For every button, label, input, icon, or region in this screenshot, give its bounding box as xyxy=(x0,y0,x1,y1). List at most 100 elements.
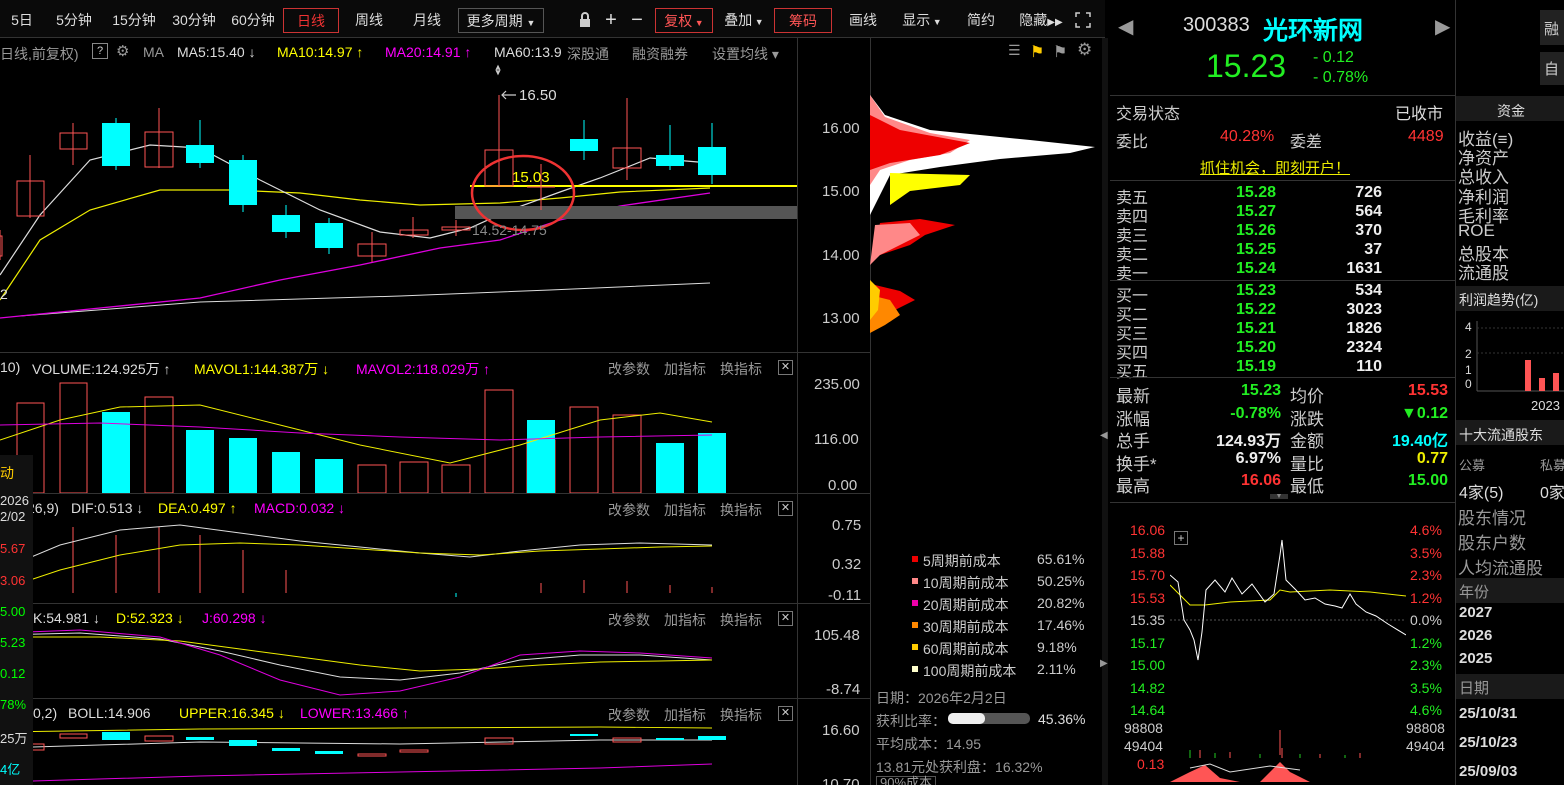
profit-trend-label[interactable]: 利润趋势(亿) xyxy=(1459,290,1538,310)
intraday-price-tick: 15.00 xyxy=(1130,657,1166,673)
period-30min[interactable]: 30分钟 xyxy=(166,8,222,33)
settings-gear-icon[interactable]: ⚙ xyxy=(1077,40,1092,60)
volume-tick: 0.00 xyxy=(828,477,858,494)
panel-params-button[interactable]: 改参数 xyxy=(608,359,650,379)
range-annotation: 14.52-14.75 xyxy=(472,222,547,238)
custom-button[interactable]: 自 xyxy=(1540,52,1564,85)
align-icon[interactable]: ☰ xyxy=(1008,42,1021,59)
avg-holding[interactable]: 人均流通股 xyxy=(1458,554,1543,579)
buy-volume: 534 xyxy=(1355,282,1382,299)
panel-add-indicator-button[interactable]: 加指标 xyxy=(664,359,706,379)
panel-params-button[interactable]: 改参数 xyxy=(608,705,650,725)
chip-date: 日期：2026年2月2日 xyxy=(876,690,1007,706)
panel-add-indicator-button[interactable]: 加指标 xyxy=(664,705,706,725)
panel-params-button[interactable]: 改参数 xyxy=(608,500,650,520)
holder-info[interactable]: 股东情况 xyxy=(1458,504,1526,529)
stock-code: 300383 xyxy=(1183,14,1250,36)
stat-label: 量比 xyxy=(1290,454,1324,474)
fund-item[interactable]: 流通股 xyxy=(1458,259,1509,284)
collapse-left-icon[interactable]: ◀ xyxy=(1100,430,1108,441)
flag-yellow-icon[interactable]: ⚑ xyxy=(1030,42,1044,62)
more-periods-dropdown[interactable]: 更多周期 ▼ xyxy=(458,8,544,33)
help-icon[interactable]: ? xyxy=(92,43,108,59)
macd-tick: 0.32 xyxy=(832,556,862,573)
candle xyxy=(186,145,214,163)
profit-tick: 1 xyxy=(1465,363,1472,377)
expand-handle[interactable]: ▼ xyxy=(1270,493,1288,500)
gear-icon[interactable]: ⚙ xyxy=(116,42,129,60)
panel-add-indicator-button[interactable]: 加指标 xyxy=(664,500,706,520)
cost-dropdown[interactable]: 90%成本 xyxy=(876,776,937,785)
holder-count[interactable]: 股东户数 xyxy=(1458,529,1526,554)
fund-label: 公募 xyxy=(1459,458,1486,473)
boll-candle xyxy=(229,740,257,746)
simple-button[interactable]: 简约 xyxy=(954,8,1008,33)
period-5min[interactable]: 5分钟 xyxy=(48,8,100,33)
d-text: D:52.323 xyxy=(116,610,173,626)
top10-label[interactable]: 十大流通股东 xyxy=(1459,425,1543,445)
chips-button[interactable]: 筹码 xyxy=(774,8,832,33)
period-month[interactable]: 月线 xyxy=(400,8,454,33)
display-dropdown[interactable]: 显示 ▼ xyxy=(894,8,950,33)
collapse-right-icon[interactable]: ▶ xyxy=(1100,658,1108,669)
period-toolbar: 5日 5分钟 15分钟 30分钟 60分钟 日线 周线 月线 更多周期 ▼ + … xyxy=(0,0,1105,38)
price-line xyxy=(1170,539,1406,661)
zoom-in-icon[interactable]: + xyxy=(600,8,622,33)
year-item[interactable]: 2025 xyxy=(1459,650,1492,667)
period-day[interactable]: 日线 xyxy=(283,8,339,33)
pointer-arrow xyxy=(501,90,516,100)
panel-switch-indicator-button[interactable]: 换指标 xyxy=(720,500,762,520)
period-15min[interactable]: 15分钟 xyxy=(104,8,164,33)
year-tab-label[interactable]: 年份 xyxy=(1459,581,1489,602)
close-panel-icon[interactable]: ✕ xyxy=(778,360,793,375)
period-5day[interactable]: 5日 xyxy=(0,8,44,33)
hide-button[interactable]: 隐藏▶▶ xyxy=(1012,8,1070,33)
j-value: J:60.298 ↓ xyxy=(202,610,267,626)
panel-params-button[interactable]: 改参数 xyxy=(608,610,650,630)
volume-bar xyxy=(399,461,429,493)
volume-tick: 235.00 xyxy=(814,376,860,393)
margin-button[interactable]: 融 xyxy=(1540,10,1564,45)
panel-add-indicator-button[interactable]: 加指标 xyxy=(664,610,706,630)
fund-tab[interactable]: 资金 xyxy=(1497,101,1525,121)
fund-item[interactable]: ROE xyxy=(1458,221,1495,241)
adjust-dropdown[interactable]: 复权 ▼ xyxy=(655,8,713,33)
close-panel-icon[interactable]: ✕ xyxy=(778,706,793,721)
overlay-dropdown[interactable]: 叠加 ▼ xyxy=(718,8,770,33)
period-60min[interactable]: 60分钟 xyxy=(225,8,281,33)
stat-label: 涨幅 xyxy=(1116,409,1150,429)
last-price: 15.23 xyxy=(1206,48,1287,84)
next-stock-icon[interactable]: ▶ xyxy=(1435,14,1450,39)
intraday-vol-tick-right: 98808 xyxy=(1406,720,1445,736)
flag-gray-icon[interactable]: ⚑ xyxy=(1053,42,1067,62)
period-week[interactable]: 周线 xyxy=(342,8,396,33)
close-panel-icon[interactable]: ✕ xyxy=(778,611,793,626)
date-item[interactable]: 25/10/23 xyxy=(1459,734,1517,751)
overlay-pct: 78% xyxy=(0,697,27,712)
date-tab-label[interactable]: 日期 xyxy=(1459,677,1489,698)
stat-value: 15.23 xyxy=(1240,382,1281,399)
date-item[interactable]: 25/09/03 xyxy=(1459,763,1517,780)
stat-label: 总手 xyxy=(1116,432,1150,451)
intraday-indicator xyxy=(1170,762,1310,782)
upper-line xyxy=(0,726,713,733)
k-line xyxy=(0,632,713,681)
prev-stock-icon[interactable]: ◀ xyxy=(1118,14,1133,39)
lock-icon[interactable] xyxy=(574,8,596,33)
year-item[interactable]: 2026 xyxy=(1459,627,1492,644)
zoom-out-icon[interactable]: − xyxy=(626,8,648,33)
macd-tick: 0.75 xyxy=(832,517,862,534)
mid-line xyxy=(0,739,712,749)
panel-switch-indicator-button[interactable]: 换指标 xyxy=(720,610,762,630)
boll-prefix: 0,2) xyxy=(33,705,58,721)
date-item[interactable]: 25/10/31 xyxy=(1459,705,1517,722)
private-count: 0家 xyxy=(1540,485,1564,502)
panel-switch-indicator-button[interactable]: 换指标 xyxy=(720,359,762,379)
year-item[interactable]: 2027 xyxy=(1459,604,1492,621)
fullscreen-icon[interactable] xyxy=(1072,8,1094,33)
promo-link[interactable]: 抓住机会，即刻开户！ xyxy=(1200,157,1350,178)
draw-button[interactable]: 画线 xyxy=(838,8,888,33)
ma5-text: MA5:15.40 xyxy=(177,44,245,60)
panel-switch-indicator-button[interactable]: 换指标 xyxy=(720,705,762,725)
close-panel-icon[interactable]: ✕ xyxy=(778,501,793,516)
